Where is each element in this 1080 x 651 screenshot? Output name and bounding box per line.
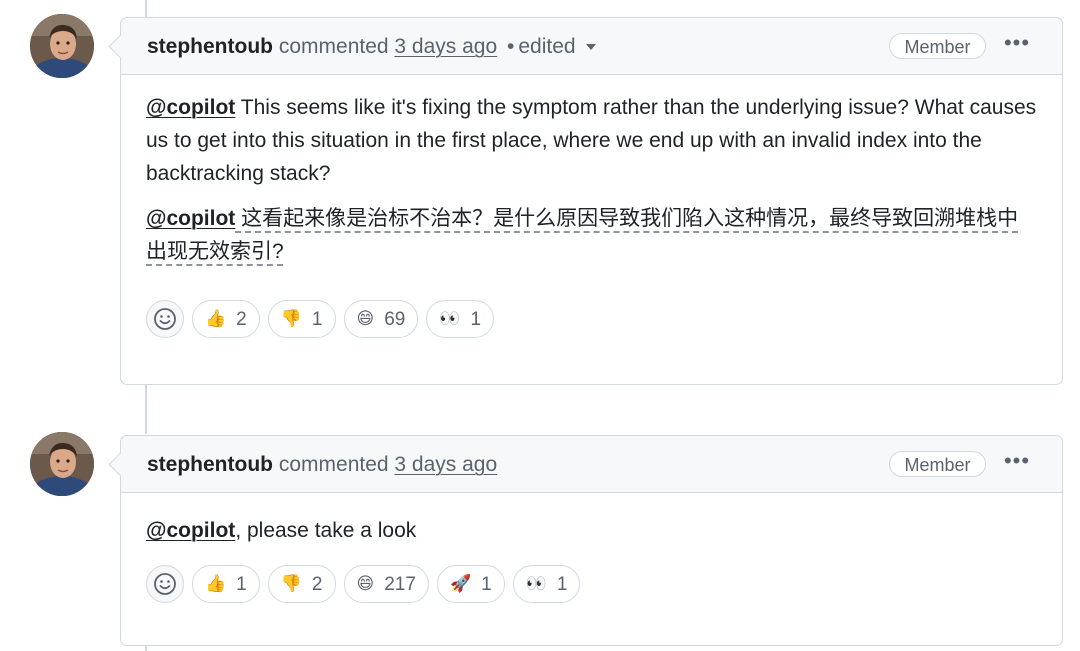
author-link[interactable]: stephentoub [147,453,273,476]
avatar[interactable] [30,432,94,496]
reaction-thumbs-up[interactable]: 👍 2 [192,300,260,338]
add-reaction-button[interactable] [146,565,184,603]
thumbs-down-icon: 👎 [280,308,302,329]
comment-text: This seems like it's fixing the symptom … [146,96,1037,185]
eyes-icon: 👀 [525,573,547,594]
eyes-icon: 👀 [439,308,461,329]
reaction-count: 1 [556,573,568,595]
reaction-laugh[interactable]: 😄 217 [343,565,429,603]
thumbs-down-icon: 👎 [280,573,302,594]
comment-paragraph: @copilot, please take a look [146,519,1037,543]
avatar[interactable] [30,14,94,78]
laugh-icon: 😄 [356,308,375,329]
comment-header-text: stephentoub commented 3 days ago [147,453,497,477]
reaction-thumbs-down[interactable]: 👎 1 [267,300,336,338]
timestamp-link[interactable]: 3 days ago [394,35,497,58]
comment-body: @copilot This seems like it's fixing the… [121,75,1062,338]
comment-box: stephentoub commented 3 days ago • edited… [108,17,1063,385]
comment-caret [108,34,133,59]
member-badge: Member [889,451,986,477]
smiley-icon [154,573,176,595]
comment-box: stephentoub commented 3 days ago Member … [108,435,1063,646]
action-text: commented [278,35,389,58]
chevron-down-icon [585,44,596,51]
timestamp-link[interactable]: 3 days ago [394,453,497,476]
reaction-count: 2 [236,308,247,330]
timeline-line-top [145,0,147,17]
edited-dropdown[interactable]: edited [518,35,596,58]
translated-text: 这看起来像是治标不治本？是什么原因导致我们陷入这种情况，最终导致回溯堆栈中出现无… [146,207,1019,263]
comment-header: stephentoub commented 3 days ago Member … [108,436,1062,493]
comment-header-text: stephentoub commented 3 days ago • edited [147,35,596,59]
reaction-count: 1 [481,573,492,595]
reaction-eyes[interactable]: 👀 1 [512,565,581,603]
thumbs-up-icon: 👍 [205,573,227,594]
comment-text: , please take a look [235,519,417,542]
reaction-rocket[interactable]: 🚀 1 [436,565,505,603]
action-text: commented [278,453,389,476]
reaction-count: 1 [236,573,247,595]
mention-link[interactable]: @copilot [146,519,235,542]
laugh-icon: 😄 [356,573,375,594]
member-badge: Member [889,33,986,59]
reaction-thumbs-up[interactable]: 👍 1 [192,565,260,603]
reaction-count: 217 [384,573,416,595]
reactions-bar: 👍 1 👎 2 😄 217 🚀 1 👀 1 [146,565,1037,603]
comment-body: @copilot, please take a look 👍 1 👎 2 😄 2… [121,493,1062,603]
more-options-button[interactable]: ••• [999,450,1035,478]
add-reaction-button[interactable] [146,300,184,338]
timeline-line-middle [145,383,147,434]
comment-paragraph: @copilot This seems like it's fixing the… [146,91,1037,190]
smiley-icon [154,308,176,330]
reaction-eyes[interactable]: 👀 1 [426,300,495,338]
author-link[interactable]: stephentoub [147,35,273,58]
more-options-button[interactable]: ••• [999,32,1035,60]
issue-timeline: stephentoub commented 3 days ago • edited… [0,0,1080,651]
reaction-thumbs-down[interactable]: 👎 2 [267,565,336,603]
mention-link[interactable]: @copilot [146,207,235,230]
mention-link[interactable]: @copilot [146,96,235,119]
comment-caret [108,452,133,477]
reaction-count: 1 [311,308,323,330]
reaction-count: 1 [470,308,482,330]
reaction-count: 2 [311,573,323,595]
rocket-icon: 🚀 [449,573,472,594]
reactions-bar: 👍 2 👎 1 😄 69 👀 1 [146,300,1037,338]
reaction-laugh[interactable]: 😄 69 [343,300,419,338]
reaction-count: 69 [384,308,406,330]
thumbs-up-icon: 👍 [205,308,227,329]
translated-paragraph: @copilot 这看起来像是治标不治本？是什么原因导致我们陷入这种情况，最终导… [146,202,1037,268]
comment-header: stephentoub commented 3 days ago • edited… [108,18,1062,75]
separator-dot: • [507,35,515,58]
edited-label: edited [518,35,576,58]
